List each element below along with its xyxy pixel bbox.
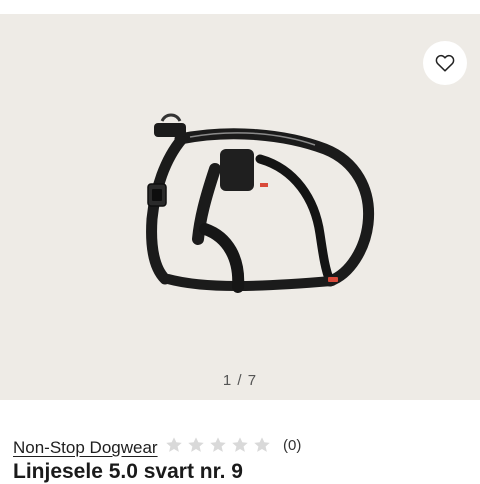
star-icon <box>254 437 270 452</box>
heart-icon <box>435 54 455 72</box>
star-icon <box>210 437 226 452</box>
top-strip <box>0 0 480 15</box>
rating[interactable]: (0) <box>165 436 301 454</box>
star-icon <box>188 437 204 452</box>
product-info: Non-Stop Dogwear (0) Linjesele 5.0 svart… <box>0 400 480 483</box>
star-icon <box>232 437 248 452</box>
product-title: Linjesele 5.0 svart nr. 9 <box>13 460 243 483</box>
rating-count: (0) <box>283 436 302 454</box>
brand-link[interactable]: Non-Stop Dogwear <box>13 438 158 458</box>
gallery-pager: 1 / 7 <box>222 372 258 389</box>
product-gallery[interactable]: 1 / 7 <box>0 14 480 400</box>
product-image[interactable] <box>110 109 385 314</box>
wishlist-button[interactable] <box>423 41 467 85</box>
star-icon <box>166 437 182 452</box>
